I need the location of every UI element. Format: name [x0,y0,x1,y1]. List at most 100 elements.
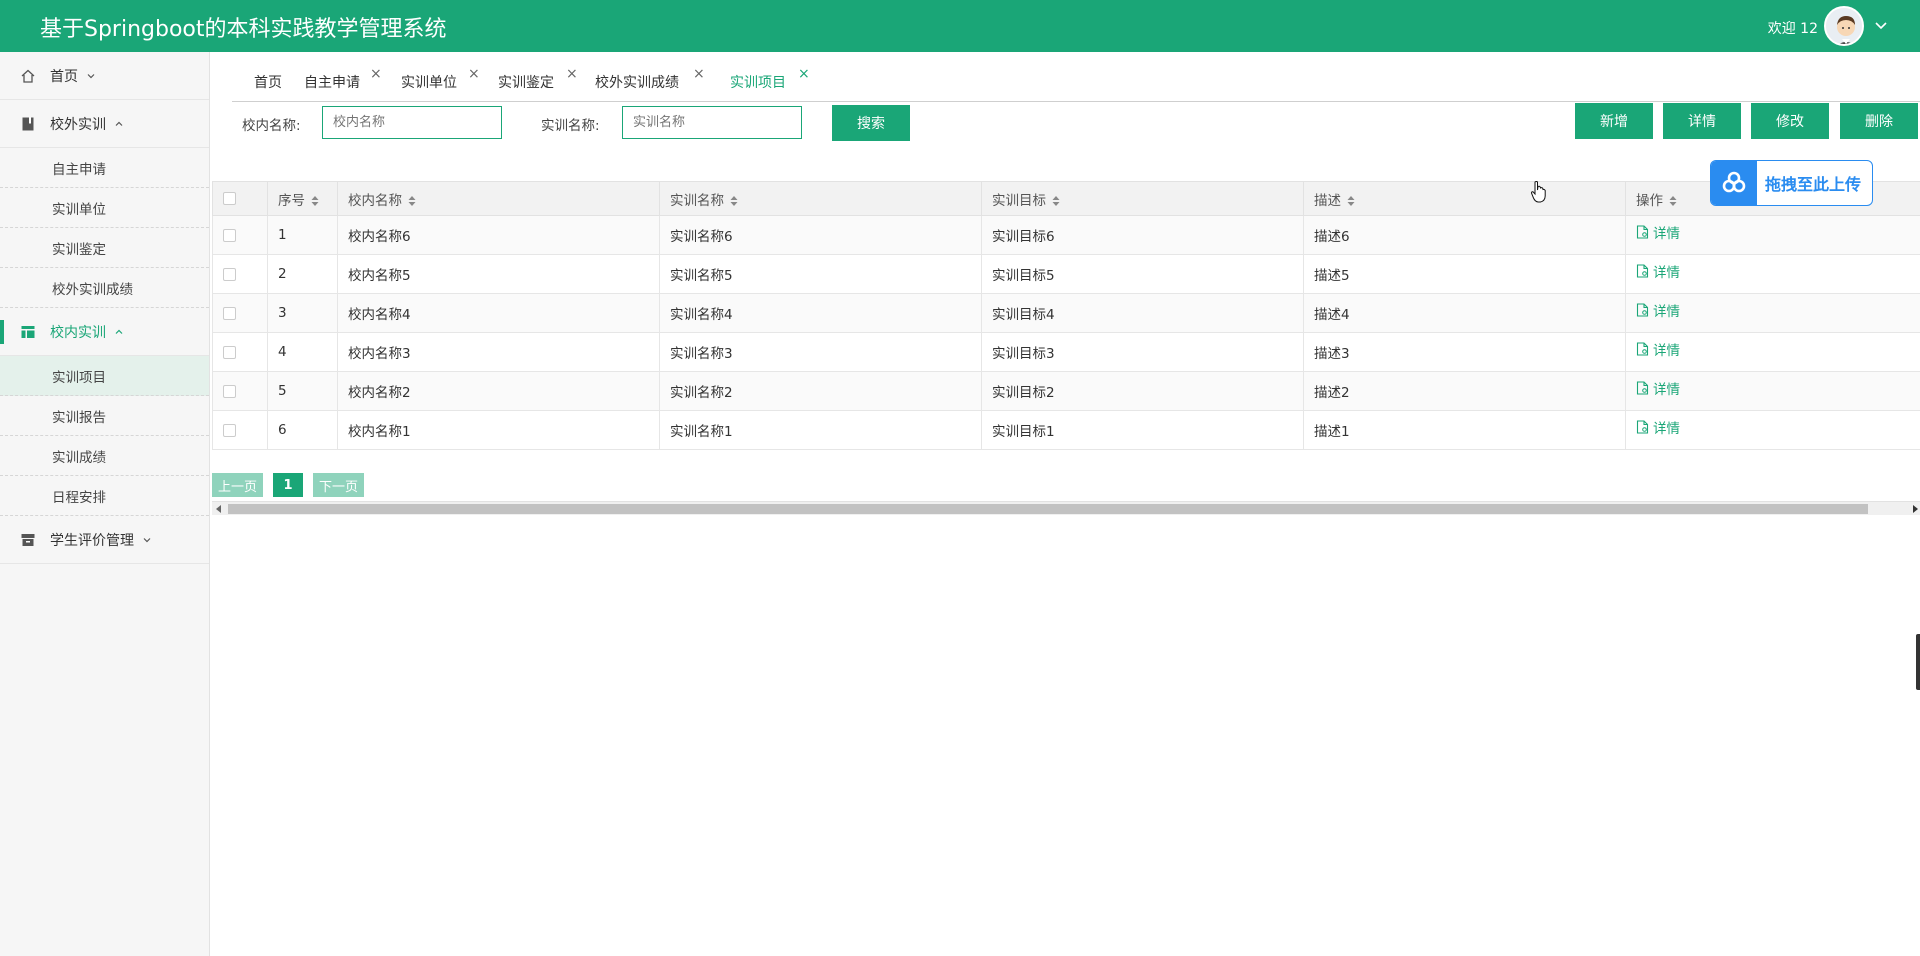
cell-goal: 实训目标5 [981,254,1304,294]
sidebar-item-schedule[interactable]: 日程安排 [0,476,209,516]
row-checkbox[interactable] [223,384,236,398]
chevron-down-icon[interactable] [1874,19,1888,33]
drag-upload-widget[interactable]: 拖拽至此上传 [1710,160,1873,206]
tab-self-apply[interactable]: 自主申请 × [304,66,382,92]
table-row[interactable]: 5 校内名称2 实训名称2 实训目标2 描述2 详情 [212,371,1920,411]
select-all-cell[interactable] [212,181,268,216]
user-avatar[interactable] [1824,6,1864,46]
table-row[interactable]: 4 校内名称3 实训名称3 实训目标3 描述3 详情 [212,332,1920,372]
table-row[interactable]: 6 校内名称1 实训名称1 实训目标1 描述1 详情 [212,410,1920,450]
row-select-cell[interactable] [212,293,268,333]
sidebar-item-home[interactable]: 首页 [0,52,209,100]
row-select-cell[interactable] [212,371,268,411]
row-checkbox[interactable] [223,228,236,242]
sidebar-item-training-project[interactable]: 实训项目 [0,356,209,396]
cell-op: 详情 [1625,293,1920,333]
tab-label: 实训单位 [401,75,457,91]
add-button[interactable]: 新增 [1575,103,1653,139]
row-detail-link[interactable]: 详情 [1636,417,1680,437]
row-checkbox[interactable] [223,306,236,320]
column-header[interactable]: 实训目标 [981,181,1304,216]
prev-page-button[interactable]: 上一页 [212,473,264,497]
tab-external-score[interactable]: 校外实训成绩 × [595,66,705,92]
training-name-input[interactable] [622,106,802,139]
scroll-right-icon[interactable] [1913,505,1918,513]
sidebar-item-external-score[interactable]: 校外实训成绩 [0,268,209,308]
next-page-button[interactable]: 下一页 [313,473,365,497]
row-select-cell[interactable] [212,332,268,372]
row-detail-link[interactable]: 详情 [1636,222,1680,242]
tab-home[interactable]: 首页 [254,72,282,92]
tab-training-project[interactable]: 实训项目 × [730,66,810,92]
school-name-input[interactable] [322,106,502,139]
row-detail-label: 详情 [1653,303,1680,320]
sort-icon[interactable] [1347,195,1355,207]
column-header-label: 操作 [1636,192,1663,209]
cell-goal: 实训目标2 [981,371,1304,411]
sidebar-item-training-report[interactable]: 实训报告 [0,396,209,436]
cell-name: 实训名称5 [659,254,982,294]
sort-icon[interactable] [311,195,319,207]
tab-label: 自主申请 [304,75,360,91]
sidebar-item-training-appraisal[interactable]: 实训鉴定 [0,228,209,268]
close-icon[interactable]: × [693,66,705,82]
detail-button[interactable]: 详情 [1663,103,1741,139]
table-row[interactable]: 3 校内名称4 实训名称4 实训目标4 描述4 详情 [212,293,1920,333]
column-header[interactable]: 校内名称 [337,181,660,216]
column-header[interactable]: 序号 [267,181,338,216]
sort-icon[interactable] [1052,195,1060,207]
close-icon[interactable]: × [468,66,480,82]
row-detail-link[interactable]: 详情 [1636,300,1680,320]
close-icon[interactable]: × [566,66,578,82]
table-row[interactable]: 1 校内名称6 实训名称6 实训目标6 描述6 详情 [212,215,1920,255]
row-checkbox[interactable] [223,423,236,437]
sidebar-group-evaluation[interactable]: 学生评价管理 [0,516,209,564]
row-detail-link[interactable]: 详情 [1636,339,1680,359]
column-header-label: 实训名称 [670,192,724,209]
data-table: 序号 校内名称 实训名称 实训目标 描述 操作 1 校内名称6 实训名称6 实训目标6… [212,181,1920,450]
row-detail-link[interactable]: 详情 [1636,378,1680,398]
row-checkbox[interactable] [223,345,236,359]
sort-icon[interactable] [1669,195,1677,207]
cell-school: 校内名称5 [337,254,660,294]
delete-button[interactable]: 删除 [1840,103,1918,139]
tab-label: 实训鉴定 [498,75,554,91]
row-select-cell[interactable] [212,215,268,255]
cell-desc: 描述3 [1303,332,1626,372]
column-header[interactable]: 实训名称 [659,181,982,216]
tab-training-appraisal[interactable]: 实训鉴定 × [498,66,578,92]
row-select-cell[interactable] [212,254,268,294]
sidebar-group-internal[interactable]: 校内实训 [0,308,209,356]
close-icon[interactable]: × [370,66,382,82]
page-number-button[interactable]: 1 [273,473,304,497]
sidebar-item-self-apply[interactable]: 自主申请 [0,148,209,188]
cell-name: 实训名称4 [659,293,982,333]
file-detail-icon [1636,380,1649,395]
tab-training-unit[interactable]: 实训单位 × [401,66,480,92]
cell-goal: 实训目标1 [981,410,1304,450]
column-header-label: 描述 [1314,192,1341,209]
tab-bar: 首页 自主申请 × 实训单位 × 实训鉴定 × 校外实训成绩 × 实训项目 × [232,60,1920,102]
scrollbar-thumb[interactable] [228,504,1868,514]
sidebar-item-training-score[interactable]: 实训成绩 [0,436,209,476]
sort-icon[interactable] [730,195,738,207]
row-detail-label: 详情 [1653,381,1680,398]
sidebar-group-external[interactable]: 校外实训 [0,100,209,148]
horizontal-scrollbar[interactable] [212,501,1920,515]
scroll-left-icon[interactable] [216,505,221,513]
column-header[interactable]: 描述 [1303,181,1626,216]
sidebar-item-training-unit[interactable]: 实训单位 [0,188,209,228]
upload-label: 拖拽至此上传 [1765,175,1862,194]
row-checkbox[interactable] [223,267,236,281]
row-select-cell[interactable] [212,410,268,450]
search-button[interactable]: 搜索 [832,105,910,141]
sidebar-group-label: 校内实训 [50,324,106,341]
avatar-icon [1826,8,1862,44]
select-all-checkbox[interactable] [223,192,236,205]
sort-icon[interactable] [408,195,416,207]
edit-button[interactable]: 修改 [1751,103,1829,139]
sidebar: 首页 校外实训 自主申请 实训单位 实训鉴定 校外实训成绩 校内实训 实训项目 … [0,52,210,956]
close-icon[interactable]: × [798,66,810,82]
row-detail-link[interactable]: 详情 [1636,261,1680,281]
table-row[interactable]: 2 校内名称5 实训名称5 实训目标5 描述5 详情 [212,254,1920,294]
